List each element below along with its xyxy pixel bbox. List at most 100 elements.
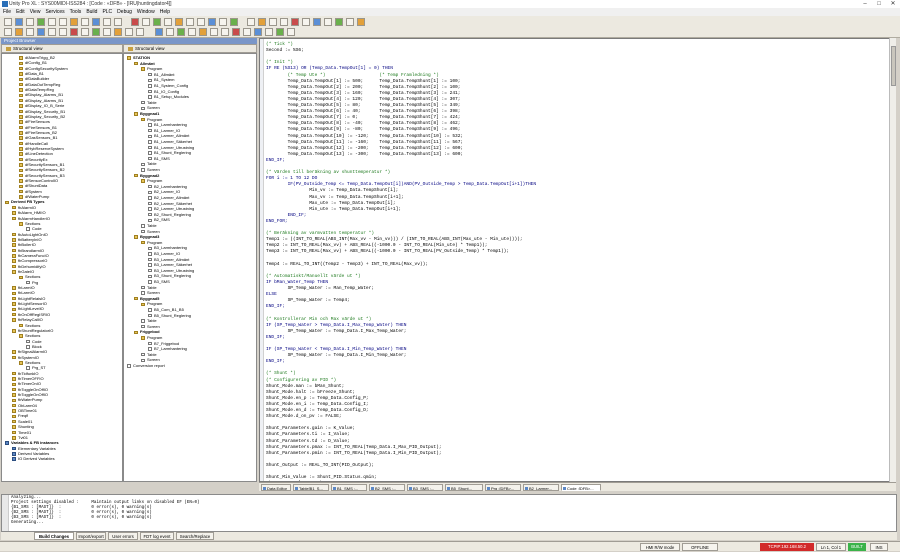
window-tab[interactable]: Data Editor (261, 484, 291, 491)
tree2-node[interactable]: B3_Larmer_IO (148, 251, 180, 256)
tree2-node[interactable]: Byggnad3 (134, 234, 159, 239)
tree2-node[interactable]: Table (141, 100, 157, 105)
project-tree-derived-types[interactable]: dfAlarmTrigg_B2 dfConfig_B1 dfConfigSecuri… (1, 53, 123, 482)
toolbar-button[interactable] (92, 28, 100, 36)
output-tab[interactable]: Import/export (76, 532, 106, 540)
toolbar-button[interactable] (153, 18, 161, 26)
tree2-node[interactable]: Friggebod (134, 329, 160, 334)
toolbar-button[interactable] (188, 28, 196, 36)
tree2-node[interactable]: B1_Larmer_Säkerhet (148, 139, 192, 144)
tree2-node[interactable]: B2_SMS (148, 217, 170, 222)
tree2-node[interactable]: B1_Larmer_IO (148, 128, 180, 133)
toolbar-button[interactable] (302, 18, 310, 26)
window-tab[interactable]: Code :[DFB>... (561, 484, 601, 491)
tree2-node[interactable]: B1_Allmänt (148, 72, 174, 77)
window-tab[interactable]: B2_SMS :... (369, 484, 405, 491)
tree2-node[interactable]: B7_Friggebod (148, 341, 179, 346)
structural-view-tab-left[interactable]: Structural view (1, 44, 123, 53)
toolbar-button[interactable] (4, 18, 12, 26)
toolbar-button[interactable] (114, 18, 122, 26)
toolbar-button[interactable] (287, 28, 295, 36)
tree2-node[interactable]: Table (141, 318, 157, 323)
toolbar-button[interactable] (15, 18, 23, 26)
toolbar-button[interactable] (70, 18, 78, 26)
toolbar-button[interactable] (230, 18, 238, 26)
window-tab[interactable]: Table[B1_S... (293, 484, 329, 491)
toolbar-button[interactable] (346, 18, 354, 26)
tree2-node[interactable]: B5_Shunt_Reglering (148, 313, 191, 318)
close-button[interactable]: ✕ (886, 0, 900, 8)
tree2-node[interactable]: Screen (141, 357, 160, 362)
tree2-node[interactable]: Screen (141, 229, 160, 234)
window-tab[interactable]: Prg :[DFB>... (485, 484, 521, 491)
tree1-node[interactable]: IO Derived Variables (12, 456, 55, 461)
toolbar-button[interactable] (125, 28, 133, 36)
toolbar-button[interactable] (258, 18, 266, 26)
code-editor[interactable]: (* Tick *) Second := %S6; (* Init *) IF RE … (259, 38, 895, 482)
window-tab[interactable]: B2_Larmer... (523, 484, 559, 491)
tree2-node[interactable]: B3_Larmer_Utrustning (148, 268, 194, 273)
tree2-node[interactable]: B2_Shunt_Reglering (148, 212, 191, 217)
tree2-node[interactable]: B3_Larmer_Allmänt (148, 257, 189, 262)
toolbar-button[interactable] (199, 28, 207, 36)
tree2-node[interactable]: Screen (141, 105, 160, 110)
menu-item-debug[interactable]: Debug (117, 9, 132, 15)
tree2-node[interactable]: B1_Larmer_Utrustning (148, 145, 194, 150)
toolbar-button[interactable] (142, 18, 150, 26)
toolbar-button[interactable] (324, 18, 332, 26)
toolbar-button[interactable] (177, 28, 185, 36)
tree2-node[interactable]: Screen (141, 167, 160, 172)
toolbar-button[interactable] (265, 28, 273, 36)
toolbar-button[interactable] (114, 28, 122, 36)
tree2-node[interactable]: B3_Larmer_Säkerhet (148, 262, 192, 267)
tree2-node[interactable]: B2_Larmer_Allmänt (148, 195, 189, 200)
toolbar-button[interactable] (103, 28, 111, 36)
menu-item-file[interactable]: File (3, 9, 11, 15)
tree2-node[interactable]: Byggnad1 (134, 111, 159, 116)
tree2-node[interactable]: B1_Larmer_Allmänt (148, 133, 189, 138)
toolbar-button[interactable] (26, 28, 34, 36)
toolbar-button[interactable] (269, 18, 277, 26)
toolbar-button[interactable] (164, 18, 172, 26)
tree2-node[interactable]: Byggnad2 (134, 173, 159, 178)
menu-item-window[interactable]: Window (137, 9, 155, 15)
toolbar-button[interactable] (59, 28, 67, 36)
toolbar-button[interactable] (26, 18, 34, 26)
menu-item-plc[interactable]: PLC (102, 9, 112, 15)
scrollbar-thumb[interactable] (891, 46, 896, 86)
tree2-node[interactable]: B1_System (148, 77, 174, 82)
tree2-node[interactable]: Byggnad5 (134, 296, 159, 301)
toolbar-button[interactable] (276, 28, 284, 36)
menu-item-help[interactable]: Help (160, 9, 170, 15)
toolbar-button[interactable] (208, 18, 216, 26)
tree2-node[interactable]: B3_SMS (148, 279, 170, 284)
toolbar-button[interactable] (197, 18, 205, 26)
tree2-node[interactable]: Program (141, 117, 162, 122)
tree2-node[interactable]: B3_Shunt_Reglering (148, 273, 191, 278)
tree2-node[interactable]: Program (141, 301, 162, 306)
toolbar-button[interactable] (48, 28, 56, 36)
tree2-node[interactable]: Table (141, 161, 157, 166)
toolbar-button[interactable] (131, 18, 139, 26)
tree2-node[interactable]: Screen (141, 290, 160, 295)
menu-item-view[interactable]: View (30, 9, 41, 15)
toolbar-button[interactable] (136, 28, 144, 36)
tree2-node[interactable]: B2_Larmhantering (148, 184, 187, 189)
toolbar-button[interactable] (291, 18, 299, 26)
toolbar-button[interactable] (59, 18, 67, 26)
tree2-node[interactable]: B5_Com_B1_B5 (148, 307, 184, 312)
tree2-node[interactable]: STATION (127, 55, 150, 60)
toolbar-button[interactable] (37, 28, 45, 36)
tree2-node[interactable]: Program (141, 335, 162, 340)
tree2-node[interactable]: B1_Setup_Modules (148, 94, 189, 99)
menu-item-tools[interactable]: Tools (70, 9, 82, 15)
tree2-node[interactable]: Screen (141, 324, 160, 329)
tree2-node[interactable]: B1_Shunt_Reglering (148, 150, 191, 155)
window-tab[interactable]: B3_SMS :... (407, 484, 443, 491)
tree2-node[interactable]: B1_System_Config (148, 83, 188, 88)
toolbar-button[interactable] (175, 18, 183, 26)
output-tab[interactable]: Search/Replace (176, 532, 214, 540)
tree2-node[interactable]: Conversion report (127, 363, 165, 368)
tree2-node[interactable]: Table (141, 352, 157, 357)
menu-item-build[interactable]: Build (86, 9, 97, 15)
